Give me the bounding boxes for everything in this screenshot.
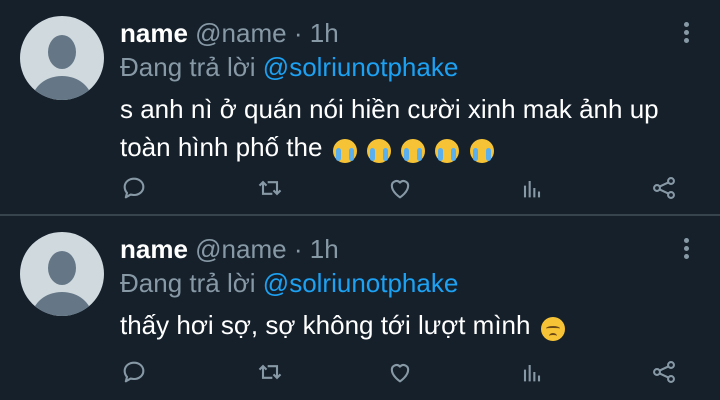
- loudly-crying-face-icon: [435, 139, 460, 164]
- loudly-crying-face-icon: [401, 139, 426, 164]
- avatar[interactable]: [20, 232, 104, 316]
- share-icon[interactable]: [650, 174, 678, 202]
- tweet-text-content: thấy hơi sợ, sợ không tới lượt mình: [120, 310, 531, 340]
- emoji-group: [538, 308, 565, 346]
- avatar-shoulders: [32, 292, 92, 316]
- share-icon[interactable]: [650, 358, 678, 386]
- tweet[interactable]: name @name · 1h Đang trả lời @solriunotp…: [0, 0, 720, 214]
- avatar-shoulders: [32, 76, 92, 100]
- display-name[interactable]: name: [120, 18, 188, 48]
- retweet-icon[interactable]: [256, 174, 284, 202]
- display-name[interactable]: name: [120, 234, 188, 264]
- tweet-actions: [120, 358, 680, 388]
- stats-icon[interactable]: [518, 358, 546, 386]
- loudly-crying-face-icon: [332, 139, 357, 164]
- avatar-head: [48, 35, 76, 69]
- replying-to-label: Đang trả lời: [120, 52, 256, 82]
- replying-to: Đang trả lời @solriunotphake: [120, 50, 458, 84]
- stats-icon[interactable]: [518, 174, 546, 202]
- loudly-crying-face-icon: [366, 139, 391, 164]
- avatar[interactable]: [20, 16, 104, 100]
- reply-icon[interactable]: [120, 358, 148, 386]
- tweet-header: name @name · 1h: [120, 16, 339, 50]
- timestamp[interactable]: 1h: [310, 18, 339, 48]
- separator-dot: ·: [293, 18, 303, 48]
- like-icon[interactable]: [386, 358, 414, 386]
- mention-link[interactable]: @solriunotphake: [263, 52, 459, 82]
- disappointed-face-icon: [540, 317, 565, 342]
- timestamp[interactable]: 1h: [310, 234, 339, 264]
- retweet-icon[interactable]: [256, 358, 284, 386]
- tweet-actions: [120, 174, 680, 204]
- tweet-header: name @name · 1h: [120, 232, 339, 266]
- reply-icon[interactable]: [120, 174, 148, 202]
- user-handle[interactable]: @name: [195, 234, 286, 264]
- loudly-crying-face-icon: [469, 139, 494, 164]
- like-icon[interactable]: [386, 174, 414, 202]
- mention-link[interactable]: @solriunotphake: [263, 268, 459, 298]
- tweet-text: thấy hơi sợ, sợ không tới lượt mình: [120, 306, 700, 346]
- more-options-icon[interactable]: [682, 238, 690, 262]
- emoji-group: [330, 130, 494, 168]
- user-handle[interactable]: @name: [195, 18, 286, 48]
- replying-to: Đang trả lời @solriunotphake: [120, 266, 458, 300]
- separator-dot: ·: [293, 234, 303, 264]
- more-options-icon[interactable]: [682, 22, 690, 46]
- replying-to-label: Đang trả lời: [120, 268, 256, 298]
- tweet-text: s anh nì ở quán nói hiền cười xinh mak ả…: [120, 90, 700, 168]
- avatar-head: [48, 251, 76, 285]
